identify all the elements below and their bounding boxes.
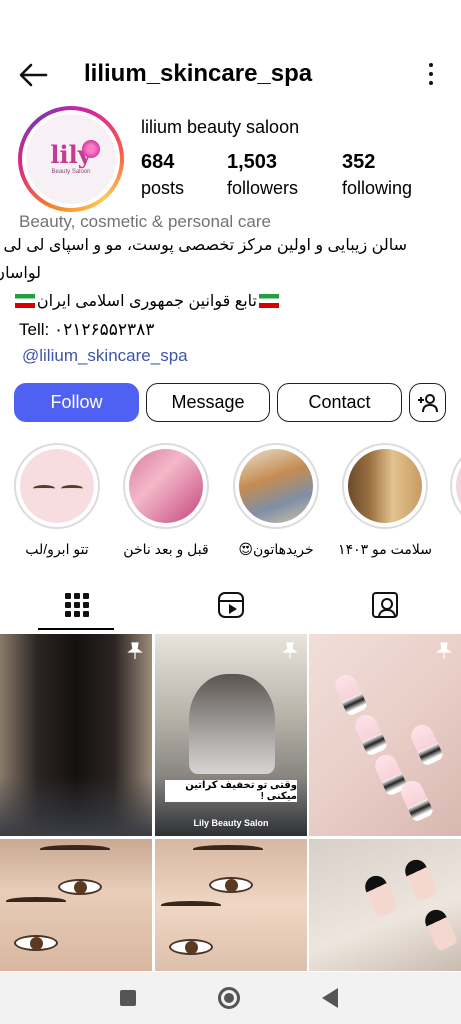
system-navigation-bar <box>0 972 461 1024</box>
post-hair-shape <box>189 674 275 774</box>
posts-count[interactable]: 684 posts <box>141 150 184 202</box>
tab-tagged[interactable] <box>308 578 461 632</box>
highlight-label: سلامت مو ۱۴۰۳ <box>338 541 432 557</box>
profile-tabs <box>0 578 461 632</box>
bio-line-2: لواسان <box>0 265 41 282</box>
back-triangle-icon <box>322 988 338 1008</box>
stat-label: posts <box>141 178 185 198</box>
nail-shape <box>331 671 369 717</box>
suggested-users-button[interactable] <box>409 383 446 422</box>
add-person-icon <box>417 393 438 412</box>
stat-label: followers <box>227 178 299 198</box>
post-french-nails[interactable] <box>309 839 461 971</box>
eyebrow-icon <box>61 485 83 492</box>
bio-line-3-text: تابع قوانین جمهوری اسلامی ایران <box>36 293 257 310</box>
post-zebra-nails[interactable] <box>309 634 461 836</box>
highlight-cover <box>239 449 313 523</box>
display-name: lilium beauty saloon <box>141 117 300 137</box>
profile-username: lilium_skincare_spa <box>84 60 313 87</box>
avatar-story-ring[interactable]: lily Beauty Saloon <box>18 106 124 212</box>
home-icon <box>218 987 240 1009</box>
followers-count[interactable]: 1,503 followers <box>227 150 298 202</box>
grid-icon <box>64 593 89 617</box>
post-caption: وقتی تو تخفیف کراتین میکنی ! <box>165 780 297 802</box>
message-button[interactable]: Message <box>146 383 270 422</box>
more-options-icon[interactable] <box>423 58 439 90</box>
post-brows-1[interactable] <box>0 839 152 971</box>
stat-value: 352 <box>342 151 376 173</box>
highlight-your-purchases[interactable]: خریدهاتون😍 <box>232 443 320 558</box>
eyebrow-shape <box>40 845 110 853</box>
profile-link[interactable]: @lilium_skincare_spa <box>22 346 188 366</box>
recents-icon <box>120 990 136 1006</box>
tab-reels[interactable] <box>154 578 307 632</box>
highlight-cover <box>129 449 203 523</box>
highlight-label: خریدهاتون😍 <box>238 541 314 557</box>
nail-shape <box>401 856 439 902</box>
pin-icon <box>282 642 298 659</box>
eye-shape <box>58 879 102 895</box>
eye-shape <box>209 877 253 893</box>
avatar: lily Beauty Saloon <box>26 114 116 204</box>
eye-shape <box>169 939 213 955</box>
eyebrow-shape <box>193 845 263 853</box>
post-brows-2[interactable] <box>155 839 307 971</box>
contact-button[interactable]: Contact <box>277 383 402 422</box>
highlight-partial[interactable] <box>450 443 461 529</box>
pin-icon <box>436 642 452 659</box>
iran-flag-icon <box>14 294 35 308</box>
flower-logo-icon <box>82 140 100 158</box>
phone-number: Tell: ۰۲۱۲۶۵۵۲۳۸۳ <box>19 320 155 339</box>
following-count[interactable]: 352 following <box>342 150 412 202</box>
pin-icon <box>127 642 143 659</box>
nail-shape <box>421 906 459 952</box>
system-back-button[interactable] <box>300 972 360 1024</box>
highlight-cover <box>20 449 94 523</box>
home-button[interactable] <box>199 972 259 1024</box>
tab-posts-grid[interactable] <box>0 578 153 632</box>
eyebrow-icon <box>33 485 55 492</box>
eye-shape <box>14 935 58 951</box>
highlight-cover <box>348 449 422 523</box>
post-hair-straightening[interactable] <box>0 634 152 836</box>
follow-button[interactable]: Follow <box>14 383 139 422</box>
stat-value: 1,503 <box>227 151 278 173</box>
highlight-brow-lip-tattoo[interactable]: تتو ابرو/لب <box>13 443 101 558</box>
post-brand: Lily Beauty Salon <box>193 818 269 828</box>
nail-shape <box>407 721 445 767</box>
avatar-logo-subtext: Beauty Saloon <box>51 169 91 175</box>
nail-shape <box>361 872 399 918</box>
stat-label: following <box>342 178 413 198</box>
bio-line-1: سالن زیبایی و اولین مرکز تخصصی پوست، مو … <box>3 237 407 254</box>
highlight-hair-health[interactable]: سلامت مو ۱۴۰۳ <box>338 443 432 558</box>
stat-value: 684 <box>141 151 175 173</box>
post-keratin-bob[interactable]: وقتی تو تخفیف کراتین میکنی ! Lily Beauty… <box>155 634 307 836</box>
reels-icon <box>217 592 244 618</box>
recents-button[interactable] <box>98 972 158 1024</box>
highlight-label: تتو ابرو/لب <box>25 541 89 557</box>
nail-shape <box>397 777 435 823</box>
back-arrow-icon[interactable] <box>16 58 50 92</box>
tagged-icon <box>371 592 398 618</box>
eyebrow-shape <box>6 897 66 905</box>
active-tab-indicator <box>38 628 114 630</box>
nail-shape <box>351 711 389 757</box>
highlight-cover <box>456 449 461 523</box>
eyebrow-shape <box>161 901 221 909</box>
iran-flag-icon <box>259 294 279 308</box>
highlight-label: قبل و بعد ناخن <box>123 541 209 557</box>
bio-line-3: تابع قوانین جمهوری اسلامی ایران <box>13 291 281 311</box>
profile-category: Beauty, cosmetic & personal care <box>19 212 271 231</box>
highlight-nails-before-after[interactable]: قبل و بعد ناخن <box>122 443 210 558</box>
